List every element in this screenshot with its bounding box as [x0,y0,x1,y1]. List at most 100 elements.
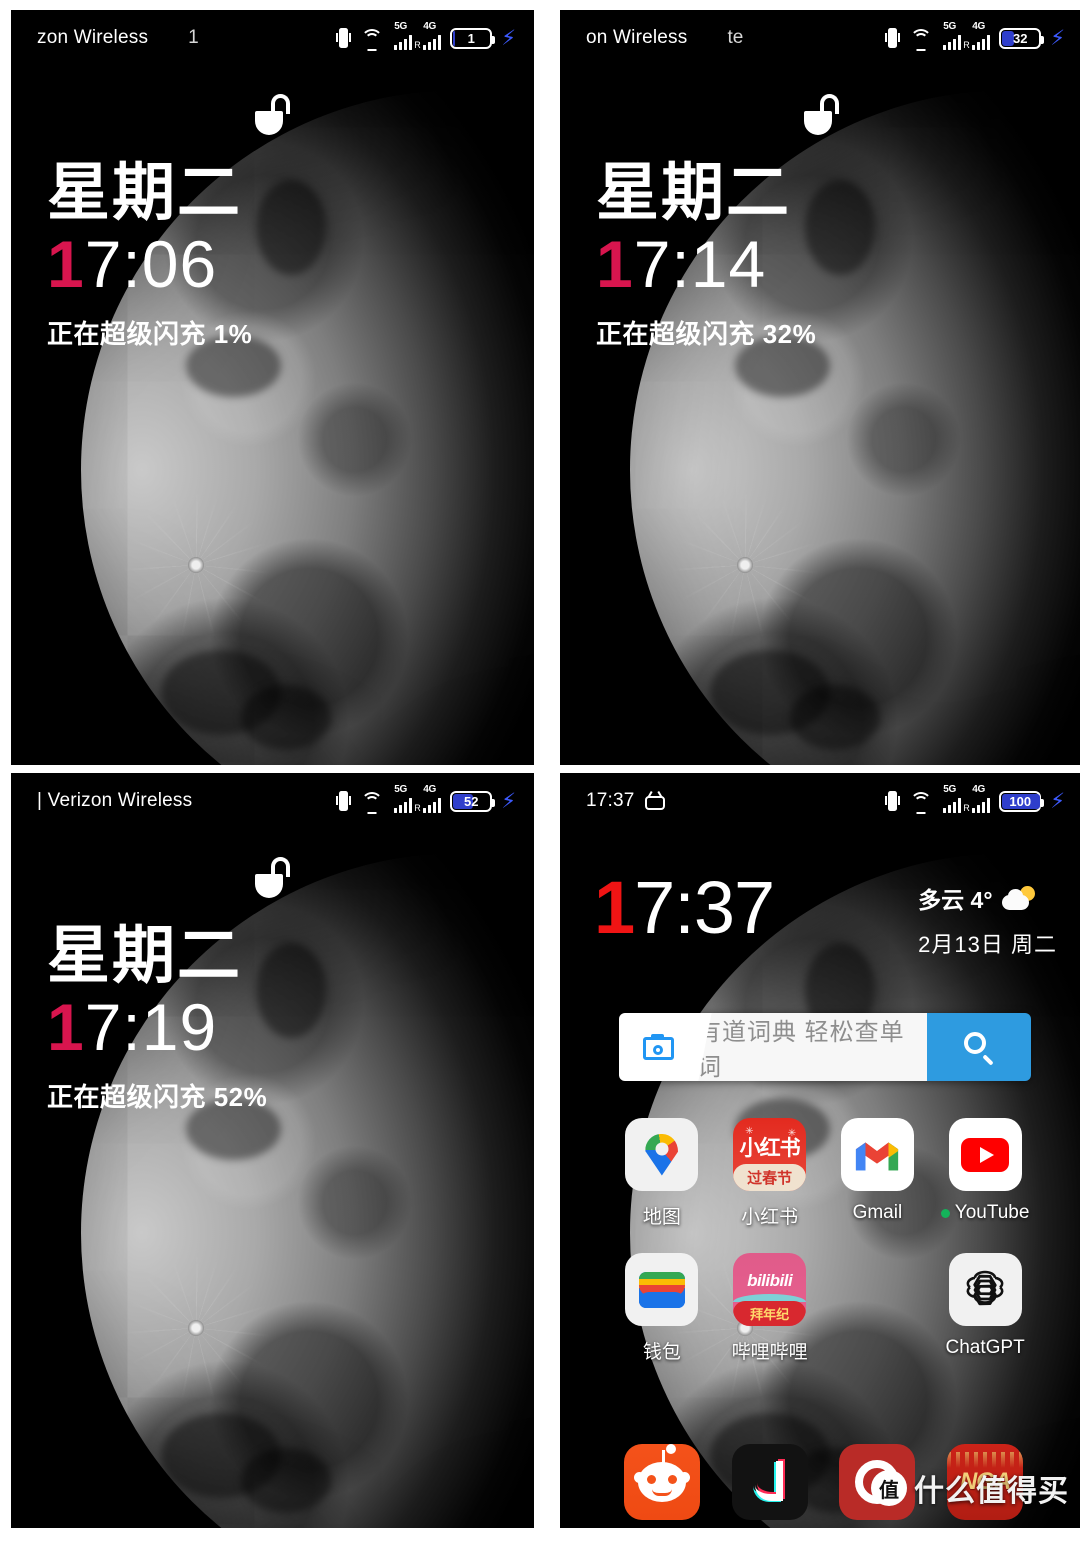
app-item-maps[interactable]: 地图 [608,1118,716,1229]
status-icons: 5G R 4G 100 ⚡ [885,785,1065,814]
status-icons: 5G R 4G 32 ⚡ [885,22,1065,51]
clock-rest: 7:37 [634,866,775,949]
watermark-badge: 值 [871,1470,907,1506]
weather-condition-temp: 多云 4° [918,887,993,913]
clock-rest: 7:19 [84,990,218,1065]
roaming-label: R [414,803,421,813]
dock-item-reddit[interactable] [608,1444,716,1520]
weekday-label: 星期二 [47,921,242,991]
banner-text: 过春节 [747,1170,793,1187]
signal-4g-label: 4G [423,21,436,32]
search-input[interactable]: 有道词典 轻松查单词 [697,1013,927,1081]
youtube-icon[interactable] [948,1118,1022,1191]
chatgpt-icon[interactable] [948,1253,1022,1326]
status-bar: 17:37 5G R 4G 100 ⚡ [560,773,1080,829]
screenshot-collage: zon Wireless 1 5G R 4G 1 ⚡ 星期二 17:06 正在超… [0,0,1080,1543]
status-center-text: te [727,27,744,48]
clock-rest: 7:14 [633,227,767,302]
vibrate-icon [336,790,352,812]
xiaohongshu-icon-banner: 过春节 [733,1164,807,1191]
carrier-label-group: zon Wireless [37,27,148,49]
home-screen: 17:37 多云 4° 2月13日 周二 有道词典 轻松查单词 地图 ✳ ✳ 小… [560,773,1080,1528]
xiaohongshu-icon[interactable]: ✳ ✳ 小红书 过春节 [733,1118,807,1191]
app-item-youtube[interactable]: YouTube [931,1118,1039,1229]
home-clock[interactable]: 17:37 [594,871,775,945]
app-label-text: YouTube [954,1202,1030,1223]
vibrate-icon [336,27,352,49]
weather-widget[interactable]: 多云 4° 2月13日 周二 [918,881,1057,959]
search-placeholder: 有道词典 轻松查单词 [697,1019,905,1081]
signal-5g-icon: 5G [392,785,413,813]
app-item-wallet[interactable]: 钱包 [608,1253,716,1364]
app-item-chatgpt[interactable]: ChatGPT [931,1253,1039,1364]
banner-text: 拜年纪 [750,1307,790,1322]
battery-percent: 100 [1009,793,1032,809]
app-item-xiaohongshu[interactable]: ✳ ✳ 小红书 过春节 小红书 [716,1118,824,1229]
charging-status: 正在超级闪充 52% [47,1082,268,1113]
lightning-bolt-icon: ⚡ [1050,26,1065,50]
lock-clock: 17:19 [47,990,267,1065]
signal-4g-label: 4G [423,784,436,795]
bilibili-icon-title: bilibili [747,1271,793,1290]
battery-percent: 52 [464,793,479,809]
app-grid: 地图 ✳ ✳ 小红书 过春节 小红书 Gmail YouTube 钱包 bili… [608,1118,1039,1364]
app-label: YouTube [940,1202,1030,1224]
status-center-text: 1 [188,27,199,48]
weekday-label: 星期二 [596,158,791,228]
status-center: te [687,27,885,49]
status-clock-group: 17:37 [586,790,665,812]
app-label: 地图 [642,1207,681,1228]
vibrate-icon [885,790,901,812]
cloud-sun-icon [1001,886,1036,910]
status-bar: | Verizon Wireless 5G R 4G 52 ⚡ [11,773,534,829]
charging-status: 正在超级闪充 1% [47,319,253,350]
camera-icon [642,1034,674,1060]
carrier-label: on Wireless [586,27,688,48]
status-bar: zon Wireless 1 5G R 4G 1 ⚡ [11,10,534,66]
weekday-label: 星期二 [47,158,242,228]
wifi-icon [360,28,383,51]
clock-rest: 7:06 [84,227,218,302]
lockscreen-info-1: 星期二 17:06 正在超级闪充 1% [47,160,252,351]
unlock-icon[interactable] [253,94,293,138]
lightning-bolt-icon: ⚡ [501,789,516,813]
notification-dot [940,1208,950,1218]
search-bar[interactable]: 有道词典 轻松查单词 [619,1013,1031,1081]
camera-search-button[interactable] [619,1013,697,1081]
carrier-label: | Verizon Wireless [37,790,193,811]
tv-icon [644,790,665,810]
bilibili-icon-banner: 拜年纪 [733,1301,807,1326]
weather-condition-row: 多云 4° [918,881,1057,915]
gmail-icon[interactable] [840,1118,914,1191]
roaming-label: R [414,40,421,50]
reddit-icon[interactable] [623,1444,700,1520]
unlock-icon[interactable] [802,94,842,138]
carrier-label-group: on Wireless [586,27,687,49]
status-icons: 5G R 4G 1 ⚡ [336,22,516,51]
signal-4g-icon: R 4G [414,22,442,50]
bilibili-icon[interactable]: bilibili 拜年纪 [733,1253,807,1326]
unlock-icon[interactable] [253,857,293,901]
app-label: 小红书 [741,1207,799,1228]
status-bar: on Wireless te 5G R 4G 32 ⚡ [560,10,1080,66]
app-item-gmail[interactable]: Gmail [824,1118,932,1229]
status-center: 1 [148,27,336,49]
carrier-label: zon Wireless [37,27,149,48]
app-item-bilibili[interactable]: bilibili 拜年纪 哔哩哔哩 [716,1253,824,1364]
signal-4g-icon: R 4G [963,22,991,50]
panel-lockscreen-2: on Wireless te 5G R 4G 32 ⚡ 星期二 17:14 正在… [560,10,1080,765]
signal-4g-icon: R 4G [963,785,991,813]
signal-5g-label: 5G [943,784,956,795]
google-wallet-icon[interactable] [625,1253,699,1326]
xiaohongshu-icon-title: 小红书 [739,1137,801,1160]
dock-item-tiktok[interactable] [716,1444,824,1520]
search-icon [963,1031,995,1066]
tiktok-icon[interactable] [731,1444,808,1520]
signal-4g-label: 4G [972,784,985,795]
search-submit-button[interactable] [927,1013,1031,1081]
battery-percent: 32 [1013,30,1028,46]
signal-5g-label: 5G [943,21,956,32]
google-maps-icon[interactable] [625,1118,699,1191]
app-label: 钱包 [642,1342,681,1363]
signal-4g-icon: R 4G [414,785,442,813]
